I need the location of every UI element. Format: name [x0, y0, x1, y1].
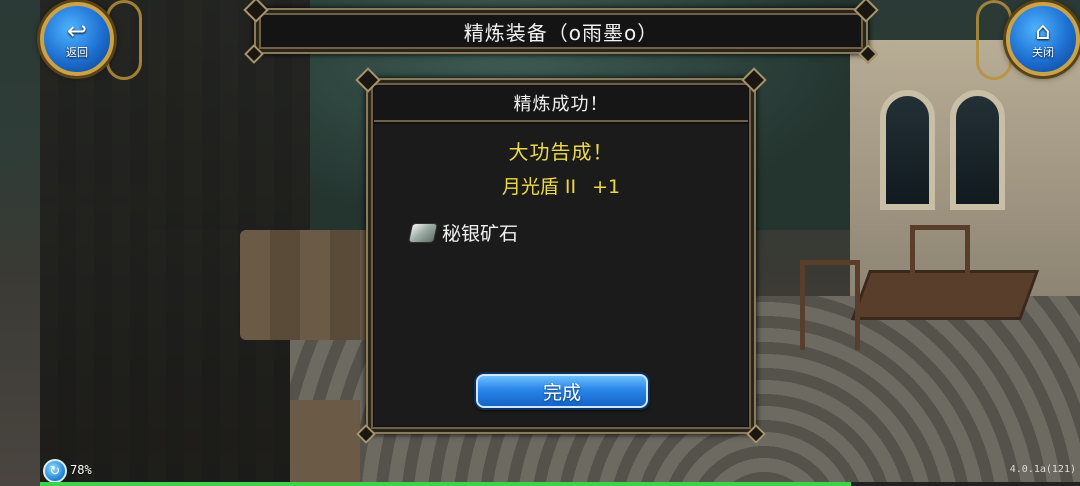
arched-window [950, 90, 1005, 210]
arched-window [880, 90, 935, 210]
progress-fill [40, 482, 852, 486]
dialog-title: 精炼成功！ [513, 94, 609, 115]
title-bar: 精炼装备（o雨墨o） [244, 8, 878, 64]
back-button-label: 返回 [66, 45, 88, 59]
dialog-header: 精炼成功！ [374, 86, 748, 122]
item-level: +1 [592, 176, 621, 198]
close-button-label: 关闭 [1032, 45, 1054, 59]
page-title: 精炼装备（o雨墨o） [463, 20, 659, 45]
crates [240, 230, 370, 340]
home-icon: ⌂ [1035, 16, 1051, 45]
battery-percent: 78% [70, 463, 92, 477]
status-bar: ↻ 78% 4.0.1a(121) [40, 458, 1080, 486]
version-label: 4.0.1a(121) [1009, 464, 1076, 475]
success-message: 大功告成！ [508, 140, 614, 164]
progress-bar [40, 482, 1080, 486]
wooden-chair [800, 260, 860, 350]
done-button[interactable]: 完成 [476, 374, 648, 408]
refine-result-dialog: 精炼成功！ 大功告成！ 月光盾 II +1 秘银矿石 完成 [356, 78, 766, 444]
item-name: 月光盾 II [501, 176, 577, 198]
material-name: 秘银矿石 [442, 223, 519, 245]
material-item: 秘银矿石 [407, 219, 519, 246]
back-arrow-icon: ↩ [66, 16, 88, 45]
ore-icon [407, 222, 439, 243]
close-button[interactable]: ⌂ 关闭 [1006, 2, 1080, 76]
done-button-label: 完成 [542, 381, 581, 404]
back-button[interactable]: ↩ 返回 [40, 2, 114, 76]
wooden-chair [910, 225, 970, 315]
dialog-body: 大功告成！ 月光盾 II +1 秘银矿石 完成 [374, 124, 748, 426]
refresh-icon: ↻ [43, 459, 67, 483]
refined-item: 月光盾 II +1 [374, 172, 748, 199]
